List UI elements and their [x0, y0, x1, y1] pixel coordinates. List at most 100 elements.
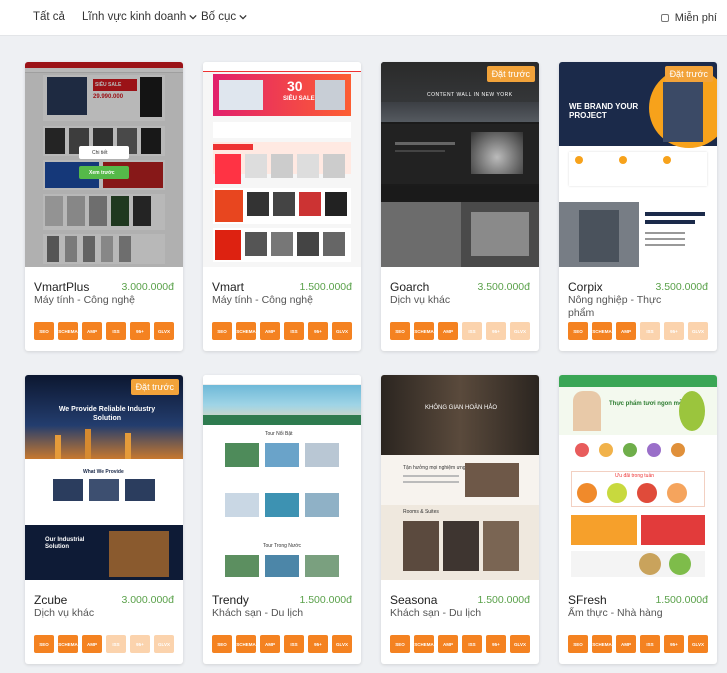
template-thumbnail[interactable]: 30 SIÊU SALE	[203, 62, 361, 267]
feature-badge-95: 95+	[130, 322, 150, 340]
template-card-goarch[interactable]: CONTENT WALL IN NEW YORK Đặt trước Goarc…	[381, 62, 539, 351]
feature-badge-95: 95+	[486, 635, 506, 653]
template-name[interactable]: VmartPlus	[34, 280, 89, 294]
filter-all[interactable]: Tất cả	[33, 11, 65, 23]
preview-button-label: Xem trước	[89, 170, 115, 176]
feature-badge-95: 95+	[664, 635, 684, 653]
template-name[interactable]: Goarch	[390, 280, 429, 294]
feature-badge-iss: ISS	[106, 635, 126, 653]
feature-badge-glvx: GLVX	[154, 322, 174, 340]
feature-badge-schema: SCHEMA	[58, 322, 78, 340]
feature-badge-amp: AMP	[616, 635, 636, 653]
trendy-section: Tour Nổi Bật	[265, 431, 293, 437]
trendy-section-2: Tour Trong Nước	[263, 543, 302, 549]
feature-badge-amp: AMP	[438, 322, 458, 340]
feature-badge-seo: SEO	[34, 322, 54, 340]
template-name[interactable]: Seasona	[390, 593, 437, 607]
template-name[interactable]: Zcube	[34, 593, 67, 607]
feature-badge-glvx: GLVX	[332, 635, 352, 653]
feature-badge-glvx: GLVX	[688, 635, 708, 653]
template-card-corpix[interactable]: WE BRAND YOUR PROJECT Đặt trước Corpix 3…	[559, 62, 717, 351]
template-card-trendy[interactable]: Tour Nổi Bật Tour Trong Nước Trendy 1.50…	[203, 375, 361, 664]
template-price: 1.500.000đ	[655, 594, 708, 606]
corpix-hero: WE BRAND YOUR PROJECT	[569, 102, 639, 120]
template-name[interactable]: Corpix	[568, 280, 603, 294]
feature-badges: SEO SCHEMA AMP ISS 95+ GLVX	[390, 322, 530, 340]
template-card-seasona[interactable]: KHÔNG GIAN HOÀN HẢO Tận hưởng mọi nghiệm…	[381, 375, 539, 664]
goarch-title: CONTENT WALL IN NEW YORK	[427, 92, 513, 98]
template-thumbnail[interactable]: WE BRAND YOUR PROJECT Đặt trước	[559, 62, 717, 267]
free-filter[interactable]: Miễn phí	[660, 12, 717, 24]
template-name[interactable]: Trendy	[212, 593, 249, 607]
feature-badges: SEO SCHEMA AMP ISS 95+ GLVX	[390, 635, 530, 653]
template-card-vmartplus[interactable]: SIÊU SALE 29.990.000 Chi tiết Xem trước …	[25, 62, 183, 351]
template-card-sfresh[interactable]: Thực phẩm tươi ngon mỗi ngày Ưu đãi tron…	[559, 375, 717, 664]
feature-badge-glvx: GLVX	[510, 635, 530, 653]
feature-badge-seo: SEO	[212, 635, 232, 653]
filter-layout-dropdown[interactable]: Bố cục	[201, 11, 247, 23]
template-thumbnail[interactable]: Tour Nổi Bật Tour Trong Nước	[203, 375, 361, 580]
feature-badge-amp: AMP	[260, 322, 280, 340]
feature-badges: SEO SCHEMA AMP ISS 95+ GLVX	[568, 635, 708, 653]
filter-industry-dropdown[interactable]: Lĩnh vực kinh doanh	[82, 11, 197, 23]
filter-bar: Tất cả Lĩnh vực kinh doanh Bố cục Miễn p…	[0, 0, 727, 36]
template-thumbnail[interactable]: We Provide Reliable Industry Solution Wh…	[25, 375, 183, 580]
template-thumbnail[interactable]: SIÊU SALE 29.990.000 Chi tiết Xem trước	[25, 62, 183, 267]
sfresh-sale: Ưu đãi trong tuần	[615, 473, 655, 479]
seasona-rooms: Rooms & Suites	[403, 509, 439, 515]
feature-badge-iss: ISS	[462, 322, 482, 340]
template-category: Nông nghiệp - Thực phẩm	[568, 294, 662, 319]
feature-badges: SEO SCHEMA AMP ISS 95+ GLVX	[34, 322, 174, 340]
template-price: 3.500.000đ	[477, 281, 530, 293]
feature-badge-schema: SCHEMA	[592, 322, 612, 340]
template-price: 1.500.000đ	[477, 594, 530, 606]
feature-badge-schema: SCHEMA	[58, 635, 78, 653]
chevron-down-icon	[239, 14, 247, 20]
filter-layout-label: Bố cục	[201, 11, 237, 23]
feature-badges: SEO SCHEMA AMP ISS 95+ GLVX	[568, 322, 708, 340]
feature-badge-iss: ISS	[106, 322, 126, 340]
template-card-vmart[interactable]: 30 SIÊU SALE Vmart 1.500.000đ Máy tính -…	[203, 62, 361, 351]
feature-badge-amp: AMP	[260, 635, 280, 653]
template-price: 3.500.000đ	[655, 281, 708, 293]
template-category: Dịch vụ khác	[390, 294, 451, 306]
zcube-solution: Our Industrial Solution	[45, 537, 85, 550]
template-thumbnail[interactable]: Thực phẩm tươi ngon mỗi ngày Ưu đãi tron…	[559, 375, 717, 580]
free-label: Miễn phí	[674, 12, 717, 24]
vmart-sale-label: SIÊU SALE	[283, 96, 315, 102]
feature-badge-iss: ISS	[462, 635, 482, 653]
template-category: Máy tính - Công nghệ	[212, 294, 313, 306]
template-category: Khách sạn - Du lịch	[212, 607, 304, 619]
template-price: 3.000.000đ	[121, 281, 174, 293]
feature-badge-amp: AMP	[82, 635, 102, 653]
zcube-hero: We Provide Reliable Industry Solution	[58, 406, 156, 422]
feature-badge-schema: SCHEMA	[414, 322, 434, 340]
zcube-provide: What We Provide	[83, 469, 124, 475]
feature-badge-schema: SCHEMA	[592, 635, 612, 653]
feature-badge-amp: AMP	[438, 635, 458, 653]
template-grid: SIÊU SALE 29.990.000 Chi tiết Xem trước …	[0, 0, 727, 673]
feature-badge-iss: ISS	[640, 322, 660, 340]
feature-badge-seo: SEO	[390, 322, 410, 340]
filter-all-label: Tất cả	[33, 11, 65, 23]
feature-badge-amp: AMP	[82, 322, 102, 340]
template-name[interactable]: Vmart	[212, 280, 244, 294]
template-name[interactable]: SFresh	[568, 593, 607, 607]
feature-badge-iss: ISS	[284, 322, 304, 340]
preorder-badge: Đặt trước	[664, 66, 713, 82]
template-thumbnail[interactable]: CONTENT WALL IN NEW YORK Đặt trước	[381, 62, 539, 267]
template-category: Máy tính - Công nghệ	[34, 294, 135, 306]
feature-badge-glvx: GLVX	[510, 322, 530, 340]
preorder-badge: Đặt trước	[130, 379, 179, 395]
feature-badge-glvx: GLVX	[688, 322, 708, 340]
feature-badge-iss: ISS	[640, 635, 660, 653]
feature-badge-schema: SCHEMA	[236, 322, 256, 340]
template-card-zcube[interactable]: We Provide Reliable Industry Solution Wh…	[25, 375, 183, 664]
feature-badge-iss: ISS	[284, 635, 304, 653]
filter-industry-label: Lĩnh vực kinh doanh	[82, 11, 187, 23]
template-price: 3.000.000đ	[121, 594, 174, 606]
free-checkbox[interactable]	[660, 14, 669, 22]
template-thumbnail[interactable]: KHÔNG GIAN HOÀN HẢO Tận hưởng mọi nghiệm…	[381, 375, 539, 580]
feature-badge-glvx: GLVX	[154, 635, 174, 653]
feature-badge-schema: SCHEMA	[236, 635, 256, 653]
